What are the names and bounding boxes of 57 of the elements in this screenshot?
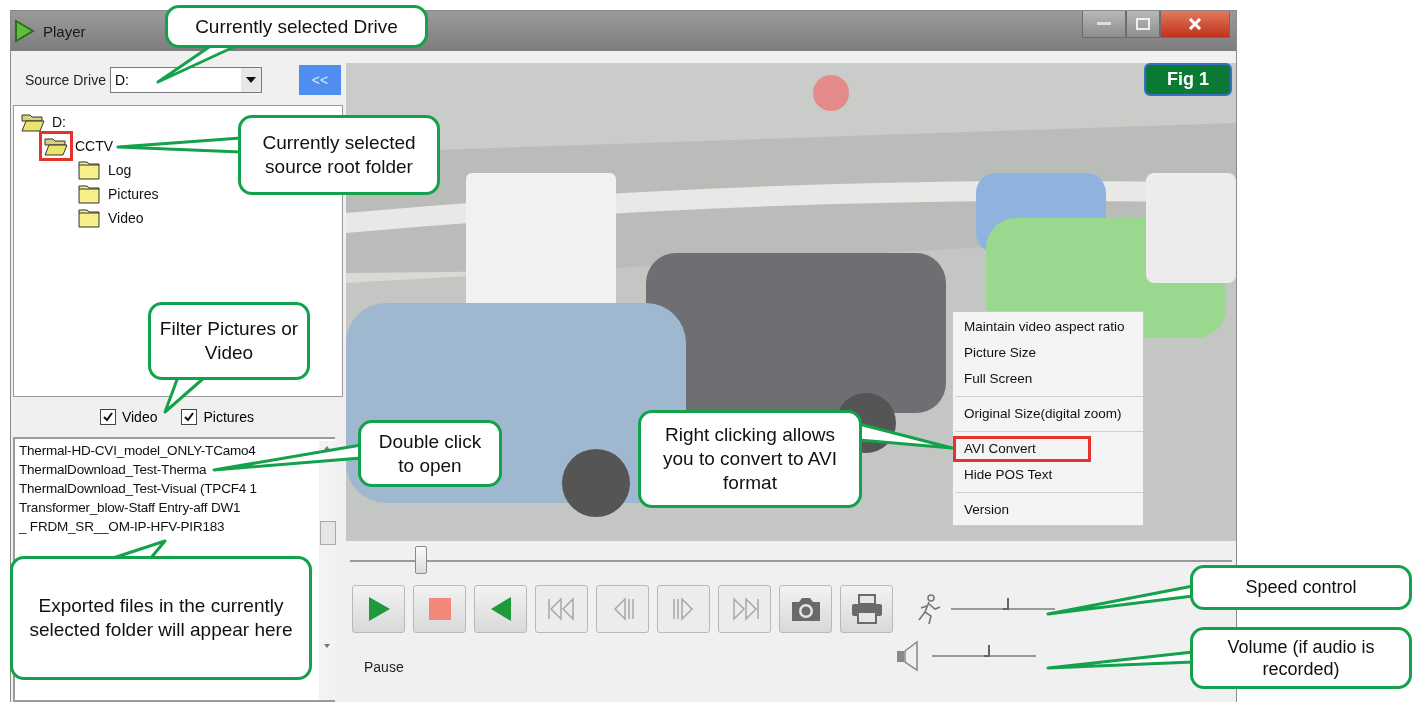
close-icon (1188, 18, 1202, 30)
tree-item[interactable]: CCTV (75, 138, 114, 154)
speed-slider-thumb[interactable] (1003, 598, 1010, 610)
maximize-button[interactable] (1126, 11, 1160, 38)
stop-icon (428, 598, 451, 620)
file-item[interactable]: ThermalDownload_Test-Visual (TPCF4 1 (19, 479, 319, 498)
checkbox[interactable] (181, 409, 198, 425)
reverse-play-icon (489, 596, 512, 622)
play-button[interactable] (352, 585, 405, 633)
callout: Volume (if audio is recorded) (1190, 627, 1412, 689)
minimize-icon (1097, 22, 1111, 26)
tree-item[interactable]: Pictures (108, 186, 159, 202)
callout: Right clicking allows you to convert to AVI format (638, 410, 862, 508)
menu-item[interactable]: Version (953, 497, 1143, 523)
print-button[interactable] (840, 585, 893, 633)
check-icon (102, 412, 113, 422)
file-item[interactable]: _ FRDM_SR__OM-IP-HFV-PIR183 (19, 517, 319, 536)
menu-item[interactable]: AVI Convert (953, 436, 1091, 462)
skip-start-icon (546, 597, 577, 621)
menu-item[interactable]: Hide POS Text (953, 462, 1143, 488)
stop-button[interactable] (413, 585, 466, 633)
callout: Double click to open (358, 420, 502, 487)
volume-slider-thumb[interactable] (983, 645, 990, 657)
scrollbar[interactable] (319, 441, 335, 700)
reverse-button[interactable] (474, 585, 527, 633)
drive-dropdown[interactable]: D: (109, 67, 262, 93)
filter-checkbox[interactable]: Pictures (181, 409, 255, 425)
status-text: Pause (364, 659, 404, 675)
printer-icon (850, 594, 883, 624)
seek-slider-thumb[interactable] (414, 546, 427, 574)
play-icon (366, 596, 391, 622)
figure-badge: Fig 1 (1144, 63, 1232, 96)
source-drive-label: Source Drive (25, 72, 106, 88)
check-icon (184, 412, 195, 422)
menu-item[interactable]: Picture Size (953, 340, 1143, 366)
snapshot-button[interactable] (779, 585, 832, 633)
running-person-icon (915, 593, 941, 625)
tree-item[interactable]: D: (52, 114, 66, 130)
menu-item[interactable]: Maintain video aspect ratio (953, 314, 1143, 340)
callout: Exported files in the currently selected folder will appear here (10, 556, 312, 680)
checkbox[interactable] (99, 409, 116, 425)
play-logo-icon (13, 19, 35, 43)
window-title: Player (43, 22, 86, 40)
file-item[interactable]: ThermalDownload_Test-Therma (19, 460, 319, 479)
filter-checkbox[interactable]: Video (99, 409, 158, 425)
minimize-button[interactable] (1082, 11, 1126, 38)
scroll-thumb[interactable] (320, 521, 336, 545)
file-item[interactable]: Transformer_blow-Staff Entry-aff DW1 (19, 498, 319, 517)
tree-item[interactable]: Video (108, 210, 144, 226)
callout: Currently selected source root folder (238, 115, 440, 195)
menu-item[interactable]: Original Size(digital zoom) (953, 401, 1143, 427)
tree-item[interactable]: Log (108, 162, 132, 178)
step-forward-icon (671, 597, 696, 621)
maximize-icon (1136, 18, 1150, 30)
close-button[interactable] (1160, 11, 1230, 38)
camera-icon (789, 596, 822, 622)
menu-item[interactable]: Full Screen (953, 366, 1143, 392)
